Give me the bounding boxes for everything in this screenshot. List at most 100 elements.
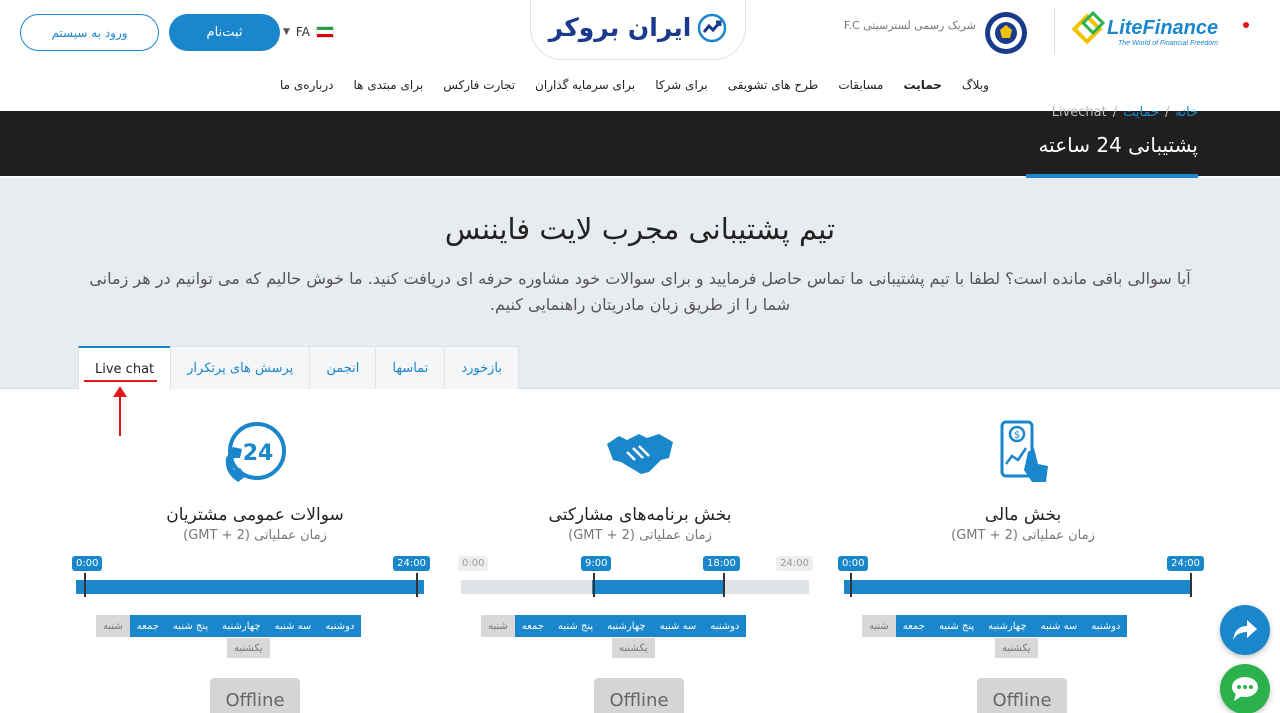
range-end-label: 24:00: [776, 556, 813, 571]
day-saturday: شنبه: [481, 615, 515, 637]
language-code: FA: [295, 25, 310, 39]
day-sunday: یکشنبه: [612, 638, 655, 658]
hours-track: [844, 580, 1192, 594]
card-finance-department: $ بخش مالی زمان عملیاتی (GMT + 2) 0:00 2…: [838, 410, 1208, 713]
breadcrumb-support[interactable]: حمایت: [1123, 105, 1159, 120]
brand-name: LiteFinance: [1107, 17, 1219, 39]
tab-forum[interactable]: انجمن: [309, 346, 377, 389]
nav-item-promotions[interactable]: طرح های تشویقی: [728, 78, 819, 98]
time-start-label: 9:00: [581, 556, 612, 571]
card-hours-subtitle: زمان عملیاتی (GMT + 2): [568, 528, 712, 543]
day-thursday: پنج شنبه: [931, 615, 982, 637]
language-selector[interactable]: ▼ FA: [283, 23, 334, 41]
annotation-underline: [84, 380, 157, 382]
day-monday: دوشنبه: [703, 615, 747, 637]
hours-track: [76, 580, 424, 594]
nav-item-partners[interactable]: برای شرکا: [655, 78, 708, 98]
nav-item-forex-trading[interactable]: تجارت فارکس: [443, 78, 515, 98]
card-partnership-programs: بخش برنامه‌های مشارکتی زمان عملیاتی (GMT…: [455, 410, 825, 713]
breadcrumb: خانه / حمایت / Livechat: [1052, 105, 1198, 120]
page-title: پشتیبانی 24 ساعته: [1038, 133, 1198, 157]
handshake-icon: [607, 434, 673, 474]
range-start-label: 0:00: [458, 556, 489, 571]
card-hours-subtitle: زمان عملیاتی (GMT + 2): [951, 528, 1095, 543]
day-tuesday: سه شنبه: [267, 615, 319, 637]
section-title: تیم پشتیبانی مجرب لایت فایننس: [444, 212, 836, 246]
login-button[interactable]: ورود به سیستم: [20, 14, 159, 51]
register-button[interactable]: ثبت‌نام: [169, 14, 280, 51]
section-description: آیا سوالی باقی مانده است؟ لطفا با تیم پش…: [89, 269, 1191, 314]
time-tick: [84, 573, 86, 597]
card-general-questions: 24 سوالات عمومی مشتریان زمان عملیاتی (GM…: [70, 410, 440, 713]
site-logo[interactable]: ایران بروکر: [530, 0, 746, 60]
breadcrumb-separator: /: [1112, 105, 1118, 120]
weekday-strip: دوشنبه سه شنبه چهارشنبه پنج شنبه جمعه شن…: [862, 615, 1128, 637]
breadcrumb-separator: /: [1165, 105, 1170, 120]
nav-item-contests[interactable]: مسابقات: [838, 78, 883, 98]
hours-track: [461, 580, 809, 594]
day-saturday: شنبه: [862, 615, 896, 637]
site-header: ورود به سیستم ثبت‌نام ▼ FA ایران بروکر ش…: [0, 0, 1280, 111]
time-tick: [850, 573, 852, 597]
day-wednesday: چهارشنبه: [600, 615, 653, 637]
hours-fill: [76, 580, 424, 594]
day-saturday: شنبه: [96, 615, 130, 637]
status-offline-button[interactable]: Offline: [594, 678, 684, 713]
svg-text:24: 24: [243, 441, 274, 466]
site-logo-text: ایران بروکر: [548, 13, 693, 42]
day-friday: جمعه: [895, 615, 932, 637]
day-monday: دوشنبه: [1084, 615, 1128, 637]
time-tick: [723, 573, 725, 597]
time-start-label: 0:00: [72, 556, 103, 571]
header-divider: [1054, 8, 1055, 54]
status-offline-button[interactable]: Offline: [977, 678, 1067, 713]
live-chat-button[interactable]: [1220, 664, 1270, 713]
growth-chart-icon: [698, 13, 727, 42]
mobile-finance-icon: $: [1000, 420, 1048, 482]
breadcrumb-current: Livechat: [1051, 105, 1107, 120]
time-end-label: 24:00: [393, 556, 430, 571]
day-sunday: یکشنبه: [995, 638, 1038, 658]
time-start-label: 0:00: [838, 556, 869, 571]
day-friday: جمعه: [129, 615, 166, 637]
tab-live-chat[interactable]: Live chat: [78, 346, 172, 390]
chat-bubble-icon: [1232, 677, 1258, 701]
weekday-strip: دوشنبه سه شنبه چهارشنبه پنج شنبه جمعه شن…: [481, 615, 747, 637]
time-tick: [1190, 573, 1192, 597]
24h-phone-icon: 24: [225, 422, 286, 482]
card-title: سوالات عمومی مشتریان: [166, 505, 344, 525]
share-button[interactable]: [1220, 605, 1270, 655]
nav-item-about[interactable]: درباره‌ی ما: [280, 78, 334, 98]
main-nav: درباره‌ی ما برای مبتدی ها تجارت فارکس بر…: [280, 78, 1000, 98]
svg-text:$: $: [1014, 430, 1020, 441]
hours-fill: [844, 580, 1192, 594]
status-offline-button[interactable]: Offline: [210, 678, 300, 713]
tab-faq[interactable]: پرسش های پرتکرار: [170, 346, 311, 389]
day-tuesday: سه شنبه: [652, 615, 704, 637]
chevron-down-icon: ▼: [283, 27, 290, 37]
iran-flag-icon: [315, 26, 334, 38]
breadcrumb-home[interactable]: خانه: [1175, 105, 1198, 120]
club-crest-icon: [985, 12, 1027, 54]
card-title: بخش مالی: [984, 505, 1062, 525]
time-end-label: 18:00: [703, 556, 740, 571]
support-tabs: Live chat پرسش های پرتکرار انجمن تماسها …: [78, 346, 519, 390]
partner-text: شریک رسمی لسترسیتی F.C: [843, 19, 976, 32]
card-title: بخش برنامه‌های مشارکتی: [548, 505, 732, 525]
card-hours-subtitle: زمان عملیاتی (GMT + 2): [183, 528, 327, 543]
nav-item-investors[interactable]: برای سرمایه گذاران: [535, 78, 635, 98]
day-tuesday: سه شنبه: [1033, 615, 1085, 637]
day-monday: دوشنبه: [318, 615, 362, 637]
nav-item-blog[interactable]: وبلاگ: [962, 78, 989, 98]
day-thursday: پنج شنبه: [165, 615, 216, 637]
tab-contacts[interactable]: تماسها: [375, 346, 446, 389]
nav-item-support[interactable]: حمایت: [903, 78, 941, 98]
weekday-strip: دوشنبه سه شنبه چهارشنبه پنج شنبه جمعه شن…: [96, 615, 362, 637]
time-tick: [593, 573, 595, 597]
tab-feedback[interactable]: بازخورد: [444, 346, 519, 389]
nav-item-beginners[interactable]: برای مبتدی ها: [354, 78, 424, 98]
time-tick: [416, 573, 418, 597]
brand-tagline: The World of Financial Freedom: [1118, 40, 1218, 47]
day-thursday: پنج شنبه: [550, 615, 601, 637]
day-wednesday: چهارشنبه: [215, 615, 268, 637]
